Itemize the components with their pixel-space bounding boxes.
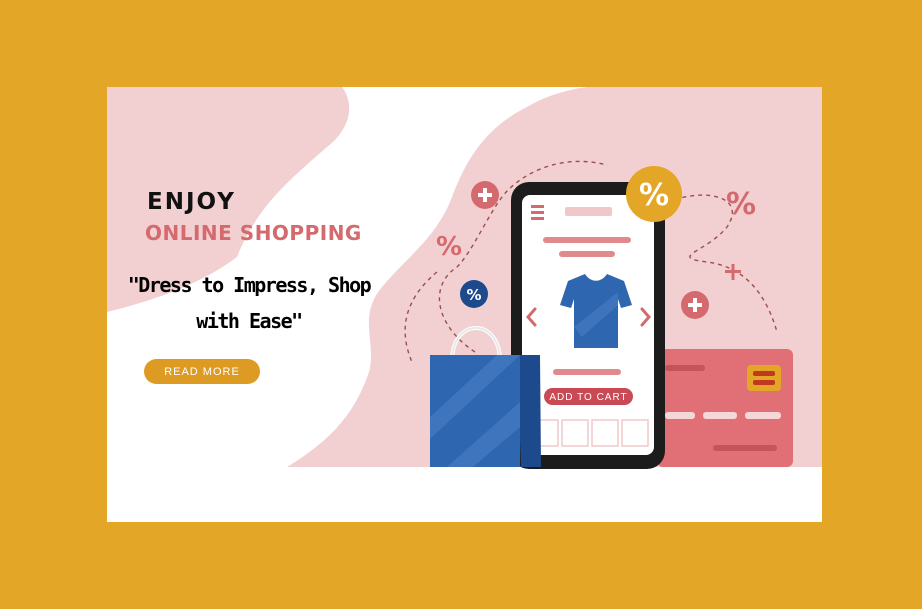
percent-icon: % (466, 286, 481, 304)
plus-icon (681, 291, 709, 319)
tagline: "Dress to Impress, Shop with Ease" (121, 267, 377, 339)
read-more-button[interactable]: READ MORE (144, 359, 260, 384)
discount-badge: % (626, 166, 682, 222)
subheadline: ONLINE SHOPPING (145, 221, 362, 245)
tagline-line-1: "Dress to Impress, Shop (127, 273, 372, 297)
tagline-line-2: with Ease" (196, 309, 303, 333)
promo-banner: ADD TO CART % % % % ENJOY ONLINE SHOPPIN… (107, 87, 822, 522)
plus-icon (471, 181, 499, 209)
thumbnail[interactable] (591, 419, 619, 447)
credit-card-icon (657, 349, 793, 467)
percent-icon: % (639, 178, 669, 213)
add-to-cart-button[interactable]: ADD TO CART (544, 388, 633, 405)
headline: ENJOY (147, 189, 236, 215)
thumbnail[interactable] (561, 419, 589, 447)
percent-badge-blue: % (460, 280, 488, 308)
menu-icon[interactable] (531, 205, 544, 220)
add-to-cart-label: ADD TO CART (549, 392, 627, 403)
thumbnail[interactable] (621, 419, 649, 447)
percent-icon: % (436, 232, 462, 262)
percent-icon: % (726, 187, 756, 222)
